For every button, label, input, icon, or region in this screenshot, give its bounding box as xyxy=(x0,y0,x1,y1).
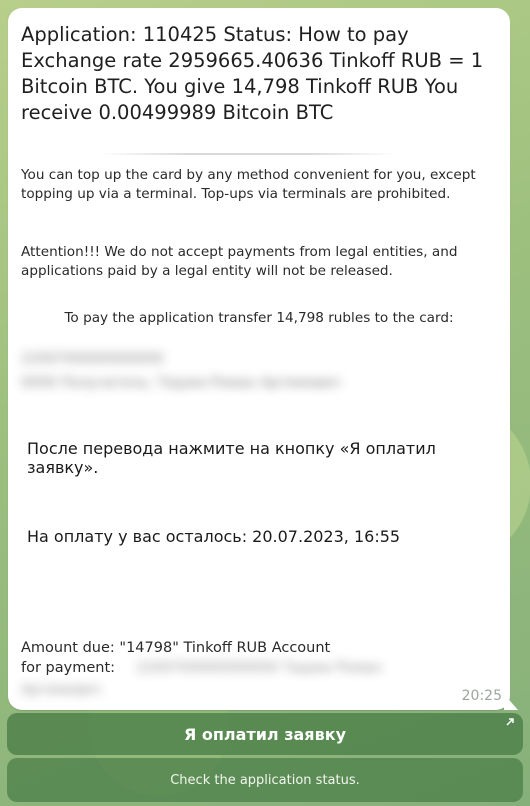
message-headline: Application: 110425 Status: How to pay E… xyxy=(21,23,484,124)
card-holder-hidden: 0000 Получатель: Тиджи Роман Артемович xyxy=(21,375,341,391)
message-bubble: Application: 110425 Status: How to pay E… xyxy=(8,8,518,710)
after-transfer-note: После перевода нажмите на кнопку «Я опла… xyxy=(27,439,436,477)
topup-note: You can top up the card by any method co… xyxy=(21,167,476,202)
attention-note: Attention!!! We do not accept payments f… xyxy=(21,244,458,279)
divider xyxy=(98,153,398,155)
message-timestamp: 20:25 xyxy=(461,688,502,704)
check-status-label: Check the application status. xyxy=(170,772,360,788)
arrow-up-right-icon xyxy=(505,716,515,730)
transfer-note: To pay the application transfer 14,798 r… xyxy=(64,310,454,326)
paid-button[interactable]: Я оплатил заявку xyxy=(7,713,523,755)
account-hidden-tail: Артемович xyxy=(21,682,101,698)
check-status-button[interactable]: Check the application status. xyxy=(7,758,523,802)
time-left-note: На оплату у вас осталось: 20.07.2023, 16… xyxy=(27,527,401,546)
paid-button-label: Я оплатил заявку xyxy=(183,724,346,744)
card-number-hidden: 2200700000000000 xyxy=(21,351,164,367)
account-hidden: 2200700000000000 Тиджи Роман xyxy=(136,660,382,676)
bubble-tail xyxy=(504,694,518,710)
